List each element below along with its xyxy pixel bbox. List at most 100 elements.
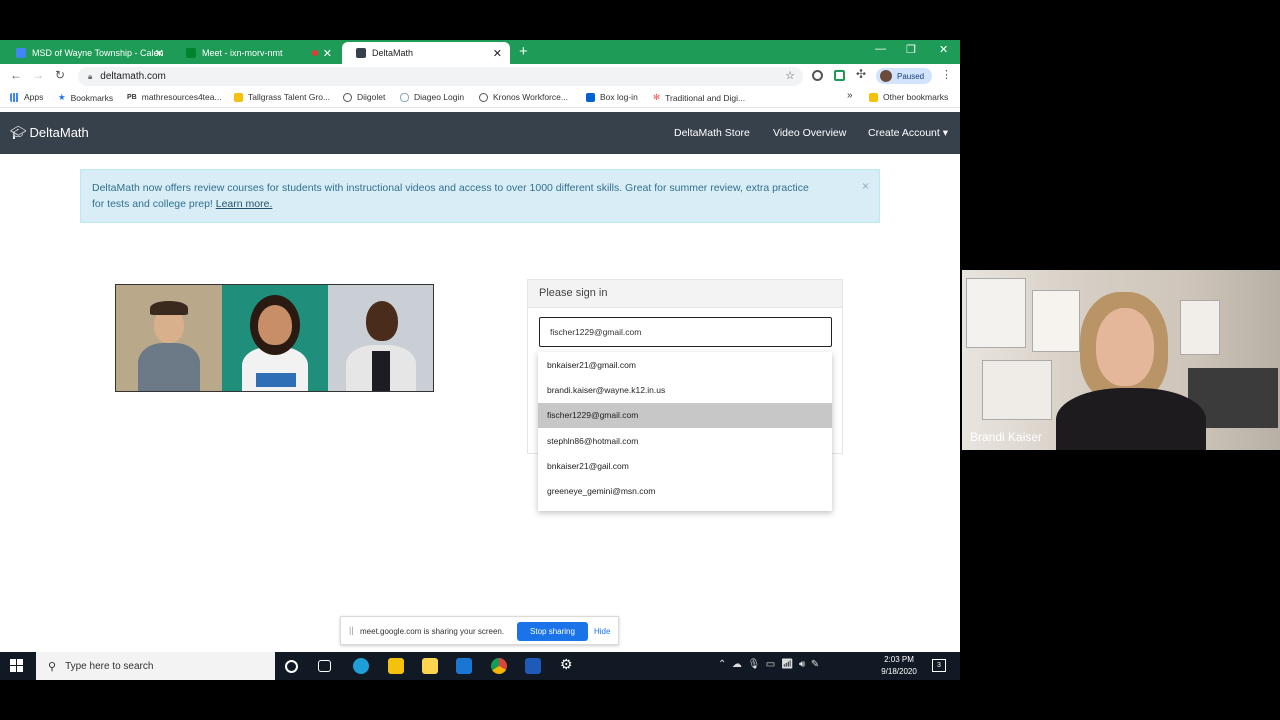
deltamath-store-link[interactable]: DeltaMath Store	[674, 127, 750, 139]
bookmark-box[interactable]: Box log-in	[586, 92, 638, 102]
outlook-icon[interactable]	[525, 658, 541, 674]
photo-panel-right	[328, 285, 433, 391]
bookmark-label: Other bookmarks	[883, 92, 949, 102]
avatar	[880, 70, 892, 82]
bookmark-tallgrass[interactable]: Tallgrass Talent Gro...	[234, 92, 330, 102]
tab-msd-calendar[interactable]: MSD of Wayne Township - Calen ✕	[2, 42, 172, 64]
back-icon[interactable]: ←	[10, 68, 22, 82]
globe-icon	[343, 92, 352, 102]
hide-button[interactable]: Hide	[594, 627, 610, 636]
shared-screen: MSD of Wayne Township - Calen ✕ Meet - i…	[0, 40, 960, 680]
minimize-icon[interactable]: —	[875, 43, 886, 55]
tab-close-icon[interactable]: ✕	[155, 47, 164, 60]
address-bar[interactable]: 🔒︎ deltamath.com ☆	[78, 67, 803, 86]
brand-text: DeltaMath	[29, 125, 89, 140]
lock-icon: 🔒︎	[88, 71, 93, 81]
bookmark-label: Tallgrass Talent Gro...	[248, 92, 331, 102]
bookmark-label: Traditional and Digi...	[665, 92, 746, 103]
bookmarks-bar: Apps ★ Bookmarks PB mathresources4tea...…	[0, 88, 960, 108]
deltamath-page: 🎓︎ DeltaMath DeltaMath Store Video Overvi…	[0, 112, 960, 652]
extensions-puzzle-icon[interactable]: ✣	[856, 67, 866, 81]
tab-title: Meet - ixn-morv-nmt	[202, 48, 283, 58]
more-menu-icon[interactable]: ⋮	[941, 68, 952, 81]
cortana-icon[interactable]	[285, 660, 298, 673]
learn-more-link[interactable]: Learn more.	[216, 198, 273, 210]
url-text: deltamath.com	[100, 71, 166, 82]
autocomplete-dropdown: bnkaiser21@gmail.com brandi.kaiser@wayne…	[538, 352, 832, 511]
profile-button[interactable]: Paused	[876, 68, 932, 84]
bookmark-label: Apps	[24, 92, 44, 102]
deltamath-logo[interactable]: 🎓︎ DeltaMath	[10, 125, 89, 141]
tab-deltamath[interactable]: DeltaMath ✕	[342, 42, 510, 64]
photo-panel-left	[116, 285, 222, 391]
more-bookmarks-icon[interactable]: »	[847, 90, 853, 101]
alert-close-icon[interactable]: ×	[862, 178, 869, 194]
edge-icon[interactable]	[353, 658, 369, 674]
tab-close-icon[interactable]: ✕	[323, 47, 332, 60]
browser-toolbar: ← → ↻ 🔒︎ deltamath.com ☆ ✣ Paused ⋮	[0, 64, 960, 88]
bookmark-diageo[interactable]: Diageo Login	[400, 92, 464, 102]
tab-close-icon[interactable]: ✕	[493, 47, 502, 60]
autocomplete-option[interactable]: stephln86@hotmail.com	[538, 428, 832, 453]
deltamath-navbar: 🎓︎ DeltaMath DeltaMath Store Video Overvi…	[0, 112, 960, 154]
reload-icon[interactable]: ↻	[55, 68, 65, 82]
bookmark-apps[interactable]: Apps	[10, 92, 43, 102]
folder-icon	[234, 92, 243, 102]
create-account-dropdown[interactable]: Create Account ▾	[868, 127, 948, 139]
deltamath-favicon-icon	[356, 48, 366, 58]
profile-status: Paused	[897, 71, 925, 81]
taskbar-clock[interactable]: 2:03 PM 9/18/2020	[878, 654, 920, 678]
autocomplete-option[interactable]: brandi.kaiser@wayne.k12.in.us	[538, 377, 832, 402]
store-icon[interactable]	[422, 658, 438, 674]
participant-name: Brandi Kaiser	[970, 430, 1043, 444]
bookmark-kronos[interactable]: Kronos Workforce...	[479, 92, 568, 102]
meet-icon	[186, 48, 196, 58]
autocomplete-option[interactable]: bnkaiser21@gmail.com	[538, 352, 832, 377]
forward-icon[interactable]: →	[32, 68, 44, 82]
pinwheel-icon: ✻	[653, 92, 661, 102]
extension-square-icon[interactable]	[834, 70, 845, 81]
email-field[interactable]	[539, 317, 832, 347]
taskbar-search[interactable]: ⚲ Type here to search	[36, 652, 275, 680]
share-message: meet.google.com is sharing your screen.	[360, 627, 505, 636]
bookmark-label: mathresources4tea...	[141, 92, 222, 102]
globe-icon	[479, 92, 488, 102]
bookmark-traditional[interactable]: ✻ Traditional and Digi...	[653, 92, 745, 103]
signin-heading: Please sign in	[528, 280, 842, 308]
bookmark-diigolet[interactable]: Diigolet	[343, 92, 385, 102]
bookmark-mathresources[interactable]: PB mathresources4tea...	[127, 92, 222, 102]
settings-gear-icon[interactable]: ⚙	[560, 656, 576, 672]
autocomplete-option[interactable]: bnkaiser21@gail.com	[538, 453, 832, 478]
file-explorer-icon[interactable]	[388, 658, 404, 674]
windows-start-icon[interactable]	[10, 659, 24, 673]
autocomplete-option-selected[interactable]: fischer1229@gmail.com	[538, 402, 832, 428]
bookmark-label: Bookmarks	[70, 92, 114, 103]
bookmark-other[interactable]: Other bookmarks	[869, 92, 948, 102]
cloud-icon	[400, 92, 409, 102]
tab-title: MSD of Wayne Township - Calen	[32, 48, 164, 58]
bookmark-bookmarks[interactable]: ★ Bookmarks	[58, 92, 113, 103]
bookmark-label: Diageo Login	[414, 92, 465, 102]
system-tray-icons[interactable]: ⌃ ☁ 🎙︎ ▭ 📶︎ 🔊︎ ✎	[718, 659, 819, 670]
tab-meet[interactable]: Meet - ixn-morv-nmt ✕	[172, 42, 340, 64]
bookmark-label: Diigolet	[357, 92, 386, 102]
extension-circle-icon[interactable]	[812, 70, 823, 81]
tab-title: DeltaMath	[372, 48, 414, 58]
pb-icon: PB	[127, 93, 137, 101]
screen-share-bar: || meet.google.com is sharing your scree…	[340, 616, 619, 645]
chrome-icon[interactable]	[491, 658, 507, 674]
bookmark-star-icon[interactable]: ☆	[785, 69, 795, 82]
task-view-icon[interactable]	[318, 660, 331, 672]
close-window-icon[interactable]: ✕	[939, 43, 948, 56]
drag-handle-icon[interactable]: ||	[349, 625, 354, 635]
search-placeholder: Type here to search	[65, 660, 154, 672]
bookmark-label: Box log-in	[600, 92, 638, 102]
star-icon: ★	[58, 92, 66, 102]
restore-icon[interactable]: ❐	[906, 43, 916, 56]
new-tab-icon[interactable]: +	[519, 43, 528, 60]
notifications-icon[interactable]: 3	[932, 659, 946, 672]
mail-icon[interactable]	[456, 658, 472, 674]
autocomplete-option[interactable]: greeneye_gemini@msn.com	[538, 478, 832, 503]
video-overview-link[interactable]: Video Overview	[773, 127, 846, 139]
stop-sharing-button[interactable]: Stop sharing	[517, 622, 588, 641]
